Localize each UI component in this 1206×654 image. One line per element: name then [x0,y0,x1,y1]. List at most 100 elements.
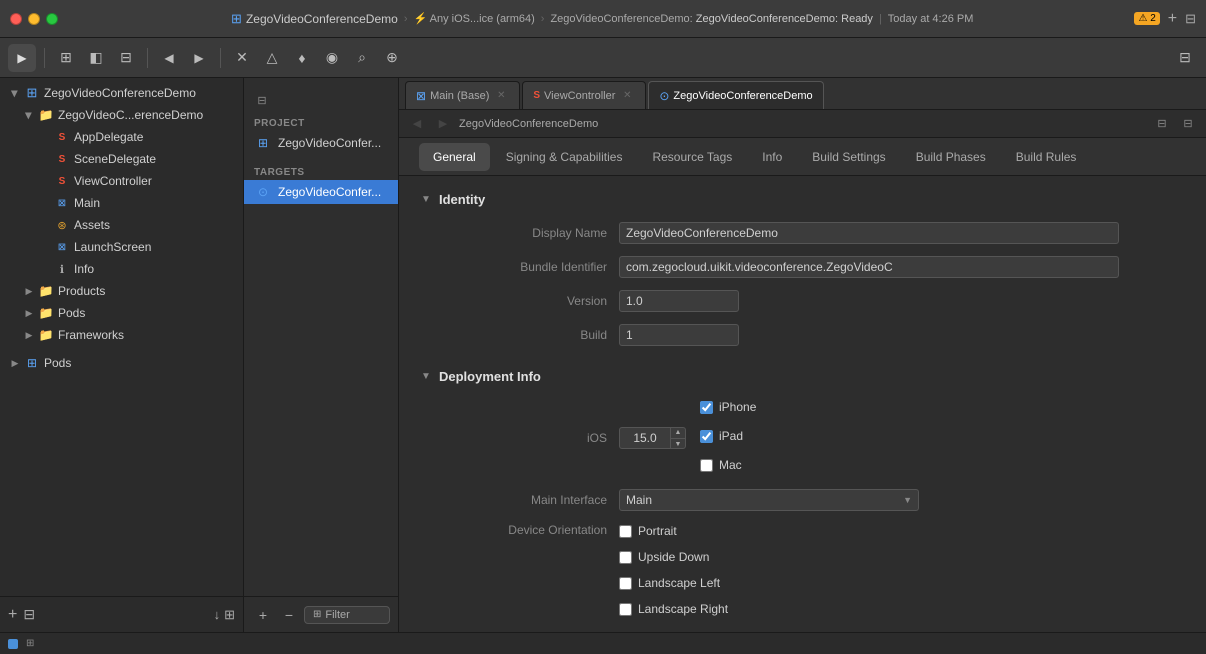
sidebar-item-frameworks[interactable]: ▶ 📁 Frameworks [0,324,243,346]
tab-project-settings[interactable]: ⊙ ZegoVideoConferenceDemo [648,81,823,109]
editor-area: ⊠ Main (Base) ✕ S ViewController ✕ ⊙ Zeg… [399,78,1206,632]
warning-badge[interactable]: ⚠ 2 [1134,12,1159,25]
sidebar-settings-icon[interactable]: ⊞ [224,607,235,623]
panel-target-item[interactable]: ⊙ ZegoVideoConfer... [244,180,398,204]
titlebar-status: ZegoVideoConferenceDemo: ZegoVideoConfer… [550,13,872,25]
close-tab-main[interactable]: ✕ [493,88,509,104]
targets-section-header: TARGETS [244,163,398,180]
storyboard-icon-1: ⊠ [54,195,70,211]
tab-resource-tags[interactable]: Resource Tags [638,143,746,171]
stepper-down[interactable]: ▼ [671,438,685,449]
main-content: ▶ ⊞ ZegoVideoConferenceDemo ▶ 📁 ZegoVide… [0,78,1206,632]
main-interface-select[interactable]: Main ▼ [619,489,919,511]
landscape-left-checkbox[interactable] [619,577,632,590]
sidebar-label-assets: Assets [74,218,110,232]
play-button[interactable]: ▶ [8,44,36,72]
upside-down-checkbox[interactable] [619,551,632,564]
forward-icon[interactable]: ▶ [186,45,212,71]
landscape-right-row: Landscape Right [619,598,1186,620]
sidebar-toggle-btn[interactable]: ⊟ [252,90,272,110]
tab-general[interactable]: General [419,143,490,171]
device-orientation-value: Portrait Upside Down Landscape Left [619,520,1186,624]
remove-target-btn[interactable]: − [278,604,300,626]
add-tab-button[interactable]: + [1168,10,1177,28]
sidebar-item-pods-inner[interactable]: ▶ 📁 Pods [0,302,243,324]
minimize-button[interactable] [28,13,40,25]
landscape-right-checkbox[interactable] [619,603,632,616]
leaf-arrow-4 [38,196,52,210]
bookmark-icon[interactable]: ♦ [289,45,315,71]
landscape-left-row: Landscape Left [619,572,1186,594]
ios-version-value: 15.0 ▲ ▼ iPhone [619,396,1186,480]
split-view-icon[interactable]: ◧ [83,45,109,71]
mac-checkbox[interactable] [700,459,713,472]
sidebar-item-assets[interactable]: ⊛ Assets [0,214,243,236]
back-icon[interactable]: ◀ [156,45,182,71]
portrait-row: Portrait [619,520,1186,542]
filter-icon: ⊞ [313,609,321,620]
sidebar-item-products[interactable]: ▶ 📁 Products [0,280,243,302]
deployment-chevron[interactable]: ▼ [419,370,433,384]
tab-build-phases[interactable]: Build Phases [902,143,1000,171]
inspector-btn[interactable]: ⊟ [1178,114,1198,134]
nav-forward-btn[interactable]: ▶ [433,114,453,134]
break-icon[interactable]: ✕ [229,45,255,71]
iphone-checkbox-row: iPhone [700,396,756,418]
navigator-icon[interactable]: ⊟ [113,45,139,71]
titlebar-right: ⚠ 2 + ⊟ [1134,10,1196,28]
person-icon[interactable]: ◉ [319,45,345,71]
display-name-input[interactable] [619,222,1119,244]
add-target-btn[interactable]: + [252,604,274,626]
iphone-checkbox[interactable] [700,401,713,414]
ipad-checkbox[interactable] [700,430,713,443]
tab-main-base[interactable]: ⊠ Main (Base) ✕ [405,81,520,109]
tab-build-rules[interactable]: Build Rules [1002,143,1091,171]
project-icon: ⊞ [24,85,40,101]
bundle-id-input[interactable] [619,256,1119,278]
sidebar-item-group[interactable]: ▶ 📁 ZegoVideoC...erenceDemo [0,104,243,126]
layout-toggle[interactable]: ⊟ [1185,11,1196,27]
sidebar-item-viewcontroller[interactable]: S ViewController [0,170,243,192]
sidebar-item-main[interactable]: ⊠ Main [0,192,243,214]
identity-chevron[interactable]: ▼ [419,193,433,207]
status-bar: ⊞ [0,632,1206,654]
build-input[interactable] [619,324,739,346]
close-tab-vc[interactable]: ✕ [619,88,635,104]
sidebar-item-pods-root[interactable]: ▶ ⊞ Pods [0,352,243,374]
main-interface-arrow: ▼ [903,495,912,505]
warning-icon[interactable]: △ [259,45,285,71]
sidebar-item-root[interactable]: ▶ ⊞ ZegoVideoConferenceDemo [0,82,243,104]
panel-project-label: ZegoVideoConfer... [278,136,381,150]
close-button[interactable] [10,13,22,25]
filter-pill[interactable]: ⊞ Filter [304,606,390,624]
nav-back-btn[interactable]: ◀ [407,114,427,134]
sidebar-label-products: Products [58,284,105,298]
ios-version-stepper[interactable]: 15.0 ▲ ▼ [619,427,686,449]
maximize-button[interactable] [46,13,58,25]
bundle-id-row: Bundle Identifier [419,253,1186,281]
download-icon[interactable]: ↓ [214,607,221,623]
add-file-icon[interactable]: + [8,606,17,624]
tab-viewcontroller[interactable]: S ViewController ✕ [522,81,646,109]
tab-general-label: General [433,150,476,164]
version-input[interactable] [619,290,739,312]
sidebar-item-appdelegate[interactable]: S AppDelegate [0,126,243,148]
tab-signing[interactable]: Signing & Capabilities [492,143,637,171]
inspector-toggle-icon[interactable]: ⊟ [1172,45,1198,71]
stepper-up[interactable]: ▲ [671,427,685,438]
tab-build-settings[interactable]: Build Settings [798,143,899,171]
split-editor-btn[interactable]: ⊟ [1152,114,1172,134]
mac-checkbox-row: Mac [700,454,756,476]
sidebar-toggle-icon[interactable]: ⊞ [53,45,79,71]
sidebar-item-scenedelegate[interactable]: S SceneDelegate [0,148,243,170]
sidebar-item-info[interactable]: ℹ Info [0,258,243,280]
git-icon[interactable]: ⊕ [379,45,405,71]
settings-tabs: General Signing & Capabilities Resource … [399,138,1206,176]
tab-info[interactable]: Info [748,143,796,171]
panel-project-item[interactable]: ⊞ ZegoVideoConfer... [244,131,398,155]
search-icon[interactable]: ⌕ [349,45,375,71]
device-orientation-row: Device Orientation Portrait Upside Down [419,520,1186,624]
add-group-icon[interactable]: ⊟ [23,606,35,623]
portrait-checkbox[interactable] [619,525,632,538]
sidebar-item-launchscreen[interactable]: ⊠ LaunchScreen [0,236,243,258]
